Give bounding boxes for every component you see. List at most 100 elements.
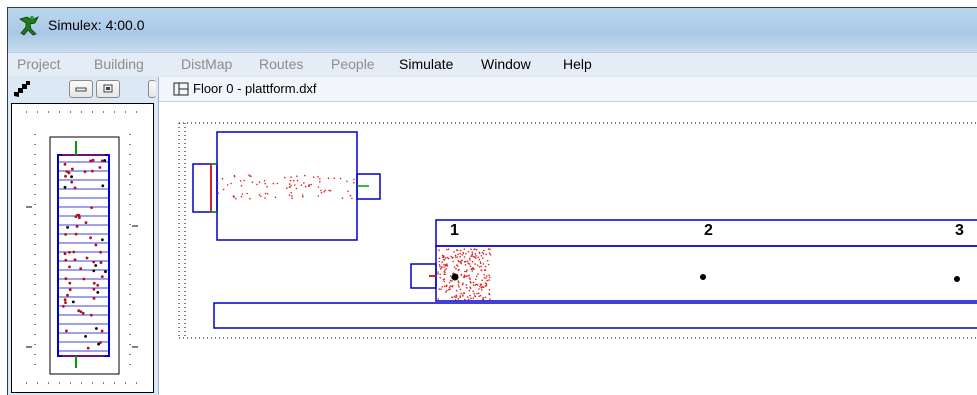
person-dot <box>439 273 442 276</box>
person-dot <box>462 282 464 284</box>
person-dot <box>302 195 304 198</box>
person-dot <box>467 275 469 277</box>
floor-window-title-bar[interactable]: Floor 0 - plattform.dxf <box>159 77 977 102</box>
extra-button[interactable] <box>148 80 156 98</box>
person-dot <box>471 270 474 272</box>
person-dot <box>264 192 267 195</box>
menu-people[interactable]: People <box>331 56 375 72</box>
overview-person-dot <box>62 304 65 308</box>
person-dot <box>462 295 464 297</box>
person-dot <box>295 187 298 190</box>
person-dot <box>478 252 481 255</box>
person-dot <box>471 260 474 263</box>
people-cluster-room <box>216 174 355 200</box>
overview-person-dot <box>83 170 87 174</box>
person-dot <box>480 255 483 257</box>
overview-person-dot <box>70 175 73 179</box>
overview-person-dot <box>91 169 94 173</box>
menu-project[interactable]: Project <box>17 56 61 72</box>
person-dot <box>468 263 471 265</box>
menu-help[interactable]: Help <box>563 56 592 72</box>
overview-person-dot <box>94 264 98 267</box>
person-dot <box>480 283 483 286</box>
person-dot <box>472 284 475 286</box>
person-dot <box>464 264 467 266</box>
overview-person-dot <box>71 300 75 304</box>
menu-routes[interactable]: Routes <box>259 56 303 72</box>
person-dot <box>304 174 306 177</box>
person-dot <box>488 293 491 296</box>
overview-person-dot <box>86 346 90 350</box>
person-dot <box>449 285 452 287</box>
person-dot <box>455 289 458 292</box>
menu-building[interactable]: Building <box>94 56 144 72</box>
person-dot <box>346 180 348 183</box>
person-dot <box>458 281 460 284</box>
person-dot <box>469 278 471 280</box>
person-dot <box>310 183 312 186</box>
overview-person-dot <box>84 335 87 338</box>
overview-person-dot <box>66 293 69 297</box>
minimize-view-button[interactable] <box>69 80 93 98</box>
person-dot <box>463 292 466 294</box>
overview-person-dot <box>95 327 98 330</box>
stair-icon[interactable] <box>13 80 33 98</box>
floor-window[interactable]: Floor 0 - plattform.dxf 1 2 3 <box>158 77 977 395</box>
overview-person-dot <box>63 298 67 302</box>
overview-person-dot <box>63 252 67 256</box>
person-dot <box>476 264 479 267</box>
restore-view-button[interactable] <box>96 80 120 98</box>
overview-person-dot <box>85 256 89 260</box>
person-dot <box>222 188 225 191</box>
floor-plan-icon <box>173 82 189 96</box>
person-dot <box>288 186 291 188</box>
person-dot <box>308 185 310 188</box>
person-dot <box>475 255 477 257</box>
person-dot <box>482 286 484 288</box>
person-dot <box>467 296 469 298</box>
person-dot <box>465 252 467 255</box>
person-dot <box>481 279 483 282</box>
person-dot <box>296 179 299 182</box>
overview-person-dot <box>99 250 102 254</box>
window-title: Simulex: 4:00.0 <box>48 17 145 33</box>
person-dot <box>439 277 442 279</box>
person-dot <box>487 248 490 250</box>
person-dot <box>480 269 483 272</box>
menu-simulate[interactable]: Simulate <box>399 56 453 72</box>
person-dot <box>291 195 293 197</box>
building-overview-panel <box>11 103 154 393</box>
toolbar <box>10 77 156 101</box>
person-dot <box>488 274 490 276</box>
person-dot <box>477 273 479 275</box>
person-dot <box>445 284 448 286</box>
person-dot <box>251 181 254 184</box>
person-dot <box>486 279 489 282</box>
person-dot <box>459 288 462 291</box>
overview-person-dot <box>64 277 68 281</box>
person-dot <box>488 279 491 281</box>
menu-window[interactable]: Window <box>481 56 531 72</box>
person-dot <box>481 251 484 254</box>
person-dot <box>438 260 440 263</box>
person-dot <box>455 267 457 270</box>
person-dot <box>470 248 472 250</box>
title-bar[interactable]: Simulex: 4:00.0 <box>8 8 977 48</box>
person-dot <box>475 278 477 281</box>
person-dot <box>463 248 466 250</box>
person-dot <box>462 252 465 255</box>
person-dot <box>263 179 266 182</box>
person-dot <box>448 281 451 284</box>
person-dot <box>441 254 444 257</box>
menu-distmap[interactable]: DistMap <box>181 56 232 72</box>
person-dot <box>485 275 488 277</box>
person-dot <box>473 292 476 295</box>
overview-plan[interactable] <box>12 104 153 392</box>
floor-plan-canvas[interactable] <box>159 101 977 395</box>
person-dot <box>489 248 491 251</box>
exit-label-3: 3 <box>955 222 964 239</box>
person-dot <box>290 176 292 178</box>
person-dot <box>266 185 268 188</box>
person-dot <box>304 185 307 188</box>
person-dot <box>258 181 261 183</box>
